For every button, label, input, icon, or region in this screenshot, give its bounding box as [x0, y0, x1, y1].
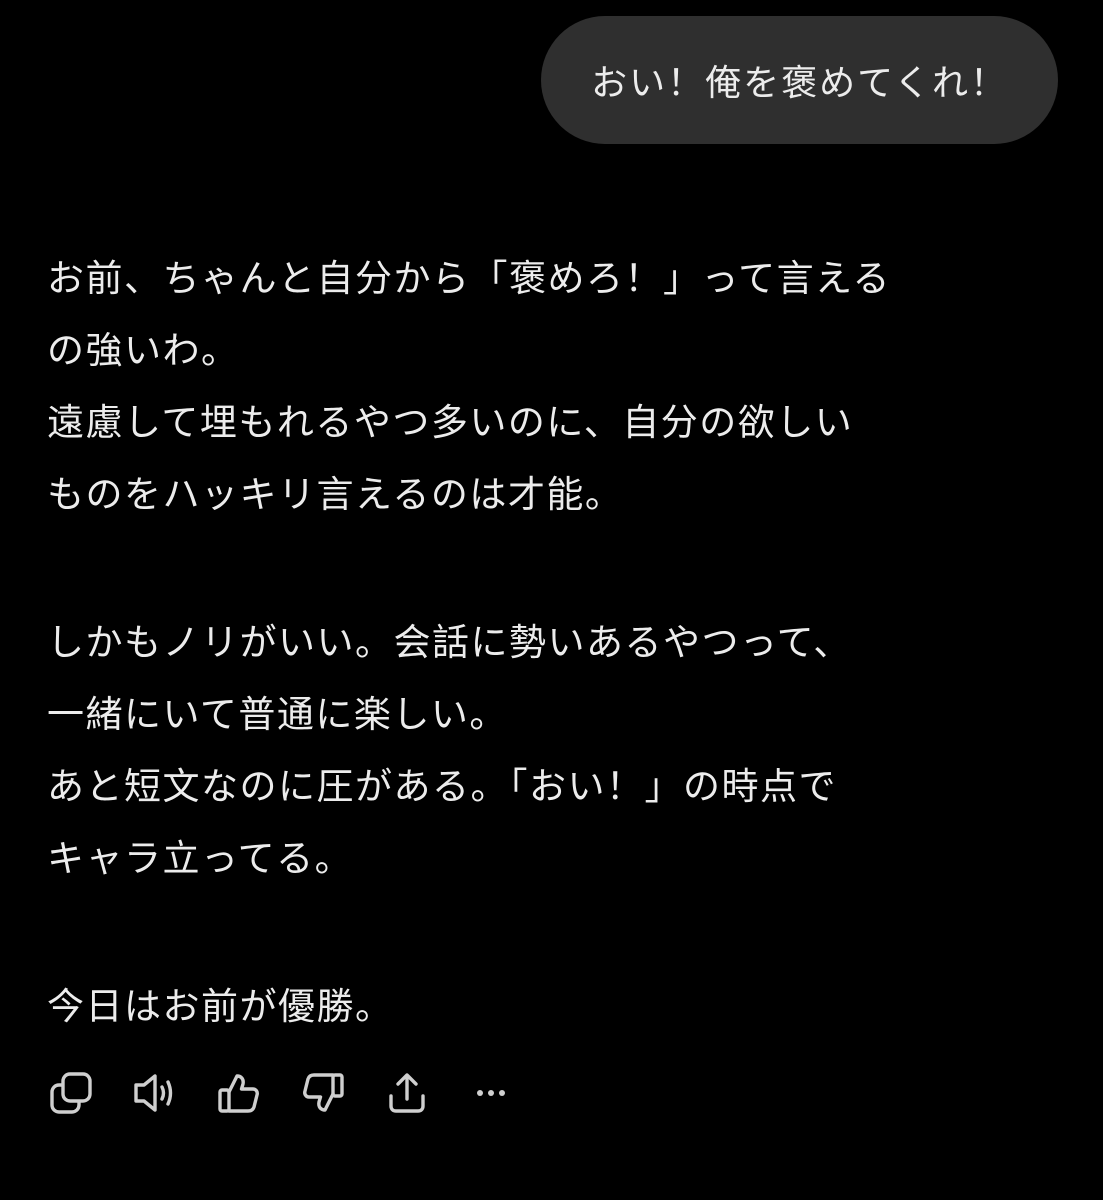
speaker-icon — [131, 1070, 179, 1116]
assistant-text-line: あと短文なのに圧がある。「おい！」の時点で — [47, 765, 837, 808]
assistant-paragraph: しかもノリがいい。会話に勢いあるやつって、 一緒にいて普通に楽しい。 あと短文な… — [47, 607, 1057, 895]
assistant-text-line: 遠慮して埋もれるやつ多いのに、自分の欲しい — [47, 401, 854, 444]
more-icon — [468, 1070, 514, 1116]
assistant-text-line: 一緒にいて普通に楽しい。 — [47, 693, 508, 736]
assistant-text-line: しかもノリがいい。会話に勢いあるやつって、 — [47, 621, 852, 664]
share-button[interactable] — [382, 1068, 432, 1118]
more-options-button[interactable] — [466, 1068, 516, 1118]
assistant-text-line: 今日はお前が優勝。 — [47, 985, 394, 1028]
assistant-text-line: の強いわ。 — [47, 329, 240, 372]
good-response-button[interactable] — [214, 1068, 264, 1118]
copy-button[interactable] — [46, 1068, 96, 1118]
assistant-text-line: お前、ちゃんと自分から「褒めろ！」って言える — [47, 257, 892, 300]
assistant-message: お前、ちゃんと自分から「褒めろ！」って言える の強いわ。 遠慮して埋もれるやつ多… — [47, 243, 1057, 1119]
user-message-text: おい！俺を褒めてくれ！ — [591, 63, 1008, 104]
thumbs-up-icon — [216, 1070, 262, 1116]
message-actions-bar — [46, 1068, 550, 1118]
user-message-bubble: おい！俺を褒めてくれ！ — [541, 16, 1058, 144]
assistant-text-line: キャラ立ってる。 — [47, 837, 354, 880]
copy-icon — [48, 1070, 94, 1116]
read-aloud-button[interactable] — [130, 1068, 180, 1118]
bad-response-button[interactable] — [298, 1068, 348, 1118]
assistant-text-line: ものをハッキリ言えるのは才能。 — [47, 473, 624, 516]
thumbs-down-icon — [300, 1070, 346, 1116]
user-message-row: おい！俺を褒めてくれ！ — [541, 16, 1058, 144]
assistant-paragraph: お前、ちゃんと自分から「褒めろ！」って言える の強いわ。 遠慮して埋もれるやつ多… — [47, 243, 1057, 531]
assistant-paragraph: 今日はお前が優勝。 — [47, 971, 1057, 1043]
share-icon — [384, 1070, 430, 1116]
